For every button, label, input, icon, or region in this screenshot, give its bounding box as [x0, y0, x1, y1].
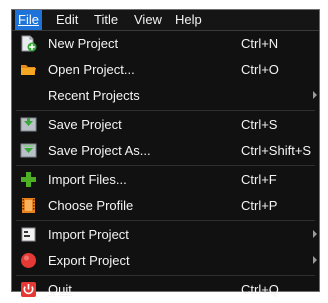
menu-help[interactable]: Help — [172, 10, 205, 30]
menu-item-shortcut: Ctrl+N — [241, 36, 279, 51]
menu-separator — [16, 275, 315, 276]
menu-item-label: New Project — [48, 36, 119, 51]
menu-item-save-project[interactable]: Save Project Ctrl+S — [12, 112, 319, 138]
import-icon — [20, 226, 37, 243]
menu-bar: File Edit Title View Help — [12, 10, 319, 31]
menu-edit[interactable]: Edit — [53, 10, 81, 30]
save-as-icon — [20, 142, 37, 159]
plus-icon — [20, 171, 37, 188]
menu-edit-label: Edit — [56, 12, 79, 27]
menu-item-import-files[interactable]: Import Files... Ctrl+F — [12, 167, 319, 193]
menu-item-quit[interactable]: Quit Ctrl+Q — [12, 277, 319, 303]
menu-item-label: Recent Projects — [48, 88, 140, 103]
menu-item-shortcut: Ctrl+Q — [241, 282, 279, 297]
red-circle-icon — [20, 252, 37, 269]
menu-item-label: Export Project — [48, 253, 130, 268]
power-icon — [20, 281, 37, 298]
menu-item-label: Save Project As... — [48, 143, 151, 158]
film-icon — [20, 197, 37, 214]
menu-separator — [16, 220, 315, 221]
menu-item-recent-projects[interactable]: Recent Projects — [12, 83, 319, 109]
menu-title-label: Title — [94, 12, 119, 27]
menu-help-label: Help — [175, 12, 202, 27]
menu-file[interactable]: File — [15, 10, 42, 30]
new-project-icon — [20, 35, 37, 52]
menu-item-label: Quit — [48, 282, 72, 297]
menu-item-choose-profile[interactable]: Choose Profile Ctrl+P — [12, 193, 319, 219]
menu-item-shortcut: Ctrl+P — [241, 198, 278, 213]
menu-item-open-project[interactable]: Open Project... Ctrl+O — [12, 57, 319, 83]
menu-item-shortcut: Ctrl+F — [241, 172, 277, 187]
menu-item-label: Import Files... — [48, 172, 127, 187]
menu-item-shortcut: Ctrl+S — [241, 117, 278, 132]
menu-title[interactable]: Title — [91, 10, 121, 30]
menu-item-label: Choose Profile — [48, 198, 134, 213]
menu-separator — [16, 110, 315, 111]
folder-icon — [20, 61, 37, 78]
menu-file-label: File — [18, 12, 39, 27]
submenu-arrow-icon — [313, 230, 317, 238]
menu-separator — [16, 165, 315, 166]
app-window: File Edit Title View Help New Project Ct… — [11, 9, 320, 297]
submenu-arrow-icon — [313, 256, 317, 264]
submenu-arrow-icon — [313, 91, 317, 99]
menu-view[interactable]: View — [131, 10, 165, 30]
menu-item-label: Save Project — [48, 117, 122, 132]
menu-item-label: Open Project... — [48, 62, 135, 77]
menu-item-shortcut: Ctrl+Shift+S — [241, 143, 312, 158]
menu-view-label: View — [134, 12, 162, 27]
menu-item-import-project[interactable]: Import Project — [12, 222, 319, 248]
menu-item-save-project-as[interactable]: Save Project As... Ctrl+Shift+S — [12, 138, 319, 164]
menu-item-export-project[interactable]: Export Project — [12, 248, 319, 274]
quit-label: Quit — [48, 282, 72, 297]
menu-item-shortcut: Ctrl+O — [241, 62, 279, 77]
save-icon — [20, 116, 37, 133]
menu-item-label: Import Project — [48, 227, 129, 242]
menu-item-new-project[interactable]: New Project Ctrl+N — [12, 31, 319, 57]
